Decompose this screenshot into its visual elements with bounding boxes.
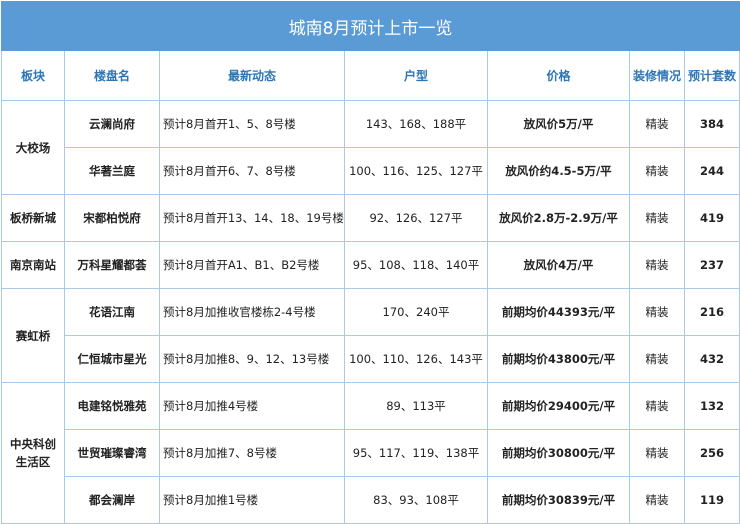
unit-types-cell: 92、126、127平 (344, 194, 488, 242)
table-row: 仁恒城市星光 预计8月加推8、9、12、13号楼 100、110、126、143平前… (2, 335, 740, 383)
header-project: 楼盘名 (64, 50, 160, 101)
unit-types-cell: 143、168、188平 (344, 100, 488, 148)
table-row: 世贸璀璨睿湾 预计8月加推7、8号楼 95、117、119、138平 前期均价3080… (2, 429, 740, 477)
header-types: 户型 (344, 50, 488, 101)
unit-count-cell: 244 (684, 147, 740, 195)
price-cell: 前期均价30800元/平 (487, 429, 630, 477)
unit-count-cell: 119 (684, 476, 740, 524)
price-cell: 放风价5万/平 (487, 100, 630, 148)
listing-table: 城南8月预计上市一览 板块 楼盘名 最新动态 户型 价格 装修情况 预计套数 大… (1, 1, 740, 524)
price-cell: 放风价约4.5-5万/平 (487, 147, 630, 195)
block-cell: 板桥新城 (1, 194, 65, 242)
decoration-cell: 精装 (629, 429, 685, 477)
project-name-cell: 万科星耀都荟 (64, 241, 160, 289)
decoration-cell: 精装 (629, 241, 685, 289)
project-name-cell: 华著兰庭 (64, 147, 160, 195)
decoration-cell: 精装 (629, 382, 685, 430)
project-name-cell: 仁恒城市星光 (64, 335, 160, 383)
unit-types-cell: 100、110、126、143平 (344, 335, 488, 383)
unit-types-cell: 170、240平 (344, 288, 488, 336)
header-block: 板块 (1, 50, 65, 101)
header-news: 最新动态 (159, 50, 345, 101)
table-row: 南京南站 万科星耀都荟 预计8月首开A1、B1、B2号楼 95、108、118、140… (1, 241, 740, 289)
block-cell: 大校场 (1, 100, 65, 195)
unit-count-cell: 384 (684, 100, 740, 148)
header-row: 板块 楼盘名 最新动态 户型 价格 装修情况 预计套数 (1, 50, 740, 101)
block-cell: 南京南站 (1, 241, 65, 289)
news-cell: 预计8月加推8、9、12、13号楼 (159, 335, 345, 383)
project-name-cell: 花语江南 (64, 288, 160, 336)
price-cell: 前期均价30839元/平 (487, 476, 630, 524)
decoration-cell: 精装 (629, 194, 685, 242)
price-cell: 前期均价44393元/平 (487, 288, 630, 336)
unit-types-cell: 95、117、119、138平 (344, 429, 488, 477)
table-row: 大校场 云澜尚府 预计8月首开1、5、8号楼 143、168、188平 放风价5万/平精… (1, 100, 740, 195)
news-cell: 预计8月首开13、14、18、19号楼 (159, 194, 345, 242)
news-cell: 预计8月首开A1、B1、B2号楼 (159, 241, 345, 289)
decoration-cell: 精装 (629, 335, 685, 383)
unit-types-cell: 95、108、118、140平 (344, 241, 488, 289)
news-cell: 预计8月加推4号楼 (159, 382, 345, 430)
decoration-cell: 精装 (629, 100, 685, 148)
price-cell: 放风价2.8万-2.9万/平 (487, 194, 630, 242)
project-name-cell: 云澜尚府 (64, 100, 160, 148)
price-cell: 前期均价43800元/平 (487, 335, 630, 383)
unit-count-cell: 256 (684, 429, 740, 477)
table-row: 赛虹桥 花语江南 预计8月加推收官楼栋2-4号楼 170、240平 前期均价44393元… (1, 288, 740, 383)
unit-count-cell: 432 (684, 335, 740, 383)
unit-count-cell: 132 (684, 382, 740, 430)
block-cell: 中央科创生活区 (1, 382, 65, 524)
unit-count-cell: 419 (684, 194, 740, 242)
price-cell: 前期均价29400元/平 (487, 382, 630, 430)
block-cell: 赛虹桥 (1, 288, 65, 383)
project-name-cell: 宋都柏悦府 (64, 194, 160, 242)
unit-types-cell: 83、93、108平 (344, 476, 488, 524)
unit-types-cell: 100、116、125、127平 (344, 147, 488, 195)
table-body: 大校场 云澜尚府 预计8月首开1、5、8号楼 143、168、188平 放风价5万/平精… (1, 100, 740, 524)
project-name-cell: 都会澜岸 (64, 476, 160, 524)
table-row: 华著兰庭 预计8月首开6、7、8号楼 100、116、125、127平 放风价约4.5… (2, 147, 740, 195)
news-cell: 预计8月加推收官楼栋2-4号楼 (159, 288, 345, 336)
project-name-cell: 世贸璀璨睿湾 (64, 429, 160, 477)
header-decoration: 装修情况 (629, 50, 685, 101)
news-cell: 预计8月首开1、5、8号楼 (159, 100, 345, 148)
table-row: 中央科创生活区 电建铭悦雅苑 预计8月加推4号楼 89、113平 前期均价29400元/… (1, 382, 740, 524)
decoration-cell: 精装 (629, 476, 685, 524)
listing-sheet: 城南8月预计上市一览 板块 楼盘名 最新动态 户型 价格 装修情况 预计套数 大… (0, 1, 740, 524)
price-cell: 放风价4万/平 (487, 241, 630, 289)
news-cell: 预计8月加推7、8号楼 (159, 429, 345, 477)
project-name-cell: 电建铭悦雅苑 (64, 382, 160, 430)
unit-count-cell: 237 (684, 241, 740, 289)
decoration-cell: 精装 (629, 147, 685, 195)
table-row: 板桥新城 宋都柏悦府 预计8月首开13、14、18、19号楼 92、126、127平放… (1, 194, 740, 242)
header-count: 预计套数 (684, 50, 740, 101)
unit-count-cell: 216 (684, 288, 740, 336)
news-cell: 预计8月加推1号楼 (159, 476, 345, 524)
table-title: 城南8月预计上市一览 (1, 1, 740, 51)
header-price: 价格 (487, 50, 630, 101)
unit-types-cell: 89、113平 (344, 382, 488, 430)
table-row: 都会澜岸 预计8月加推1号楼 83、93、108平 前期均价30839元/平 精装 119 (2, 476, 740, 524)
decoration-cell: 精装 (629, 288, 685, 336)
news-cell: 预计8月首开6、7、8号楼 (159, 147, 345, 195)
